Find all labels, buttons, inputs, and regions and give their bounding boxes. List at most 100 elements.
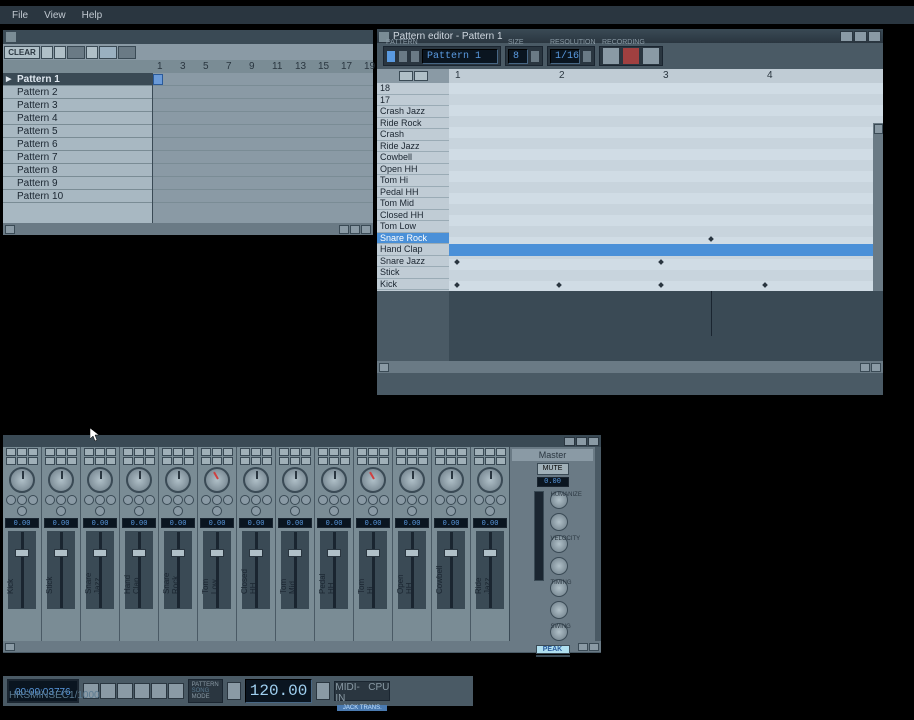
pattern-list-item[interactable]: Pattern 8 [3,164,152,177]
ch-btn[interactable] [457,457,467,465]
ch-btn[interactable] [318,448,328,456]
note-event[interactable] [762,282,768,288]
ch-btn[interactable] [446,448,456,456]
prev-icon[interactable] [339,225,349,234]
ch-btn[interactable] [368,448,378,456]
ch-btn[interactable] [279,448,289,456]
ch-btn[interactable] [162,448,172,456]
fx-knob[interactable] [184,495,194,505]
fx-knob[interactable] [17,495,27,505]
instrument-row[interactable]: Tom Mid [377,198,449,210]
zoom-out-icon[interactable] [871,363,881,372]
se-mode-button[interactable] [67,46,85,59]
ch-btn[interactable] [396,448,406,456]
mx-scroll-right[interactable] [578,643,588,651]
song-grid-row[interactable] [153,99,373,112]
pan-knob[interactable] [87,467,113,493]
instrument-row[interactable]: Tom Low [377,221,449,233]
pattern-prev-button[interactable] [386,50,396,63]
fx-knob[interactable] [329,506,339,516]
ch-btn[interactable] [134,457,144,465]
channel-fader[interactable] [359,531,387,609]
fx-button[interactable] [536,655,570,657]
menu-help[interactable]: Help [74,8,111,23]
instrument-row[interactable]: Closed HH [377,210,449,222]
song-grid-row[interactable] [153,138,373,151]
pan-knob[interactable] [48,467,74,493]
pattern-block[interactable] [153,74,163,85]
fx-knob[interactable] [474,495,484,505]
fader-thumb[interactable] [93,549,107,557]
pattern-list-item[interactable]: Pattern 10 [3,190,152,203]
fx-knob[interactable] [162,495,172,505]
pan-knob[interactable] [360,467,386,493]
ch-btn[interactable] [329,448,339,456]
fader-thumb[interactable] [444,549,458,557]
instrument-row[interactable]: Open HH [377,164,449,176]
channel-fader[interactable] [125,531,153,609]
fx-knob[interactable] [418,495,428,505]
song-grid-row[interactable] [153,190,373,203]
instrument-row[interactable]: Hand Clap [377,244,449,256]
fader-thumb[interactable] [288,549,302,557]
maximize-icon[interactable] [576,437,587,446]
ch-btn[interactable] [17,457,27,465]
fx-knob[interactable] [173,495,183,505]
song-grid-row[interactable] [153,151,373,164]
ch-btn[interactable] [262,457,272,465]
next-icon[interactable] [361,225,371,234]
velocity-editor[interactable] [449,291,883,361]
fx-knob[interactable] [56,495,66,505]
se-down-button[interactable] [54,46,66,59]
master-mute-button[interactable]: MUTE [537,463,569,475]
ch-btn[interactable] [290,448,300,456]
ch-btn[interactable] [162,457,172,465]
pattern-list-item[interactable]: Pattern 7 [3,151,152,164]
ch-btn[interactable] [262,448,272,456]
menu-view[interactable]: View [36,8,74,23]
ch-btn[interactable] [123,448,133,456]
fx-knob[interactable] [6,495,16,505]
ch-btn[interactable] [201,448,211,456]
pan-knob[interactable] [9,467,35,493]
jack-transport-button[interactable]: JACK TRANS. [337,705,387,711]
ch-btn[interactable] [84,448,94,456]
channel-fader[interactable] [320,531,348,609]
fx-knob[interactable] [435,495,445,505]
ch-btn[interactable] [496,448,506,456]
ch-btn[interactable] [368,457,378,465]
ch-btn[interactable] [251,448,261,456]
fx-knob[interactable] [173,506,183,516]
close-icon[interactable] [868,31,881,42]
ch-btn[interactable] [474,448,484,456]
pattern-list-item[interactable]: Pattern 2 [3,86,152,99]
fx-knob[interactable] [95,506,105,516]
fx-knob[interactable] [318,495,328,505]
pan-knob[interactable] [204,467,230,493]
ch-btn[interactable] [145,448,155,456]
fx-knob[interactable] [134,495,144,505]
fx-knob[interactable] [106,495,116,505]
fx-knob[interactable] [329,495,339,505]
ch-btn[interactable] [17,448,27,456]
pattern-list-item[interactable]: Pattern 6 [3,138,152,151]
quantize-button[interactable] [642,47,660,65]
ch-btn[interactable] [173,448,183,456]
ch-btn[interactable] [279,457,289,465]
ch-btn[interactable] [67,448,77,456]
ch-btn[interactable] [84,457,94,465]
instrument-row[interactable]: Kick [377,279,449,291]
ch-btn[interactable] [240,457,250,465]
ch-btn[interactable] [340,448,350,456]
pan-knob[interactable] [165,467,191,493]
se-arrow-button[interactable] [86,46,98,59]
swing-knob[interactable] [550,601,568,619]
song-grid[interactable] [153,73,373,223]
ch-btn[interactable] [223,457,233,465]
fader-thumb[interactable] [15,549,29,557]
ch-btn[interactable] [474,457,484,465]
ch-btn[interactable] [496,457,506,465]
se-select-button[interactable] [99,46,117,59]
note-event[interactable] [658,259,664,265]
pan-knob[interactable] [282,467,308,493]
